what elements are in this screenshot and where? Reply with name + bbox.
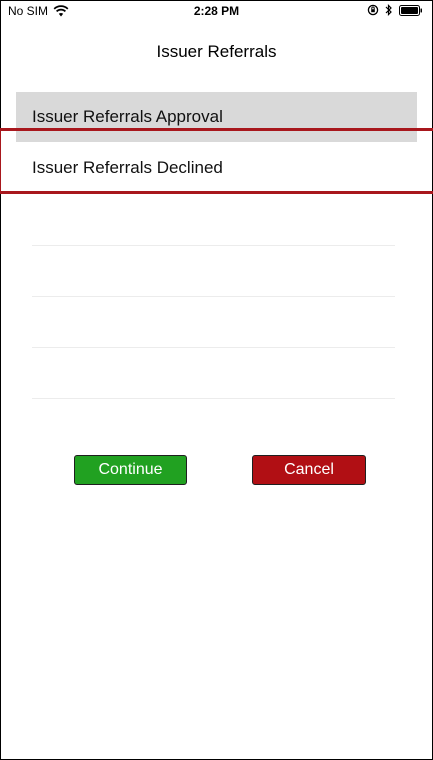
row-separator <box>32 398 395 399</box>
cancel-button[interactable]: Cancel <box>252 455 366 485</box>
list-item-label: Issuer Referrals Declined <box>32 158 223 177</box>
bluetooth-icon <box>385 4 392 16</box>
continue-button[interactable]: Continue <box>74 455 187 485</box>
page-title: Issuer Referrals <box>156 42 277 61</box>
row-separator <box>32 245 395 246</box>
status-icons <box>367 4 423 16</box>
list-item-approval[interactable]: Issuer Referrals Approval <box>16 92 417 142</box>
orientation-lock-icon <box>367 4 379 16</box>
row-separator <box>32 347 395 348</box>
list-item-declined[interactable]: Issuer Referrals Declined <box>16 143 417 193</box>
status-bar: No SIM 2:28 PM <box>0 0 433 22</box>
row-separator <box>32 296 395 297</box>
list-item-label: Issuer Referrals Approval <box>32 107 223 126</box>
battery-icon <box>399 4 422 16</box>
cancel-button-label: Cancel <box>284 461 334 478</box>
continue-button-label: Continue <box>98 461 163 478</box>
